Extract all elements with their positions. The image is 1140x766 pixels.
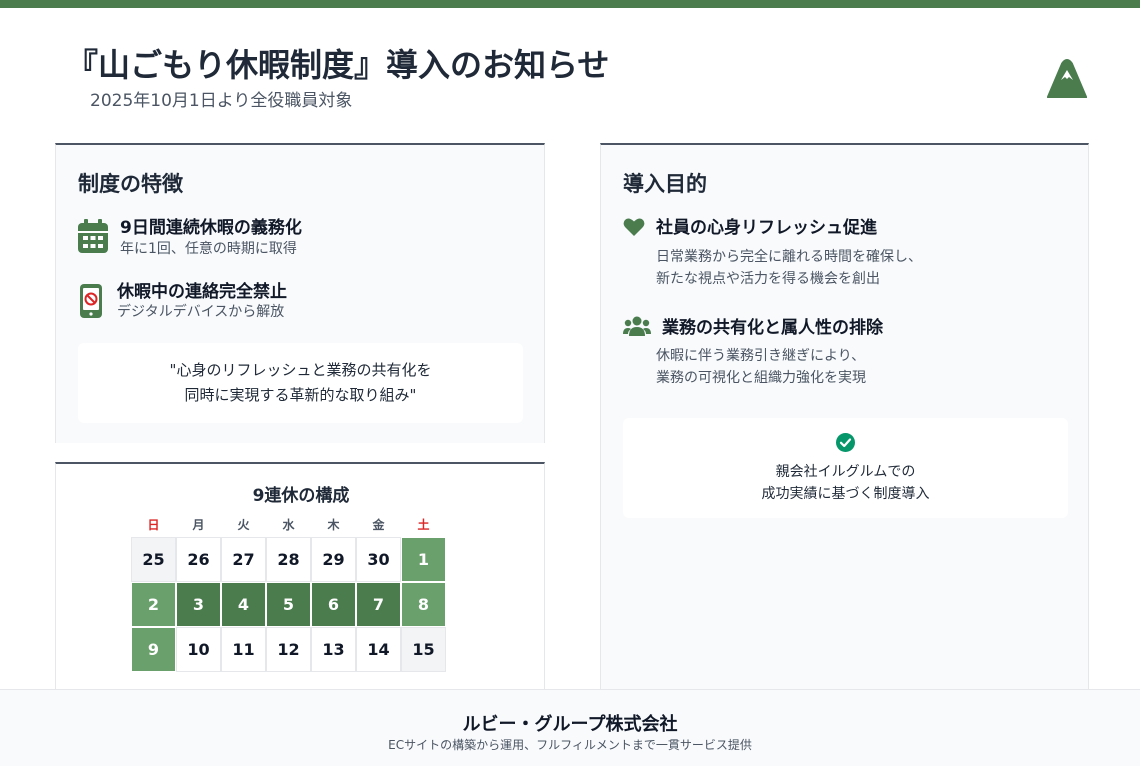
- weekday-label: 木: [327, 518, 340, 532]
- calendar-day: 12: [266, 627, 311, 672]
- calendar-day: 15: [401, 627, 446, 672]
- calendar-day: 9: [131, 627, 176, 672]
- calendar-day: 6: [311, 582, 356, 627]
- calendar-day: 26: [176, 537, 221, 582]
- feature-sub: 年に1回、任意の時期に取得: [120, 241, 297, 257]
- weekday-label: 月: [192, 518, 205, 532]
- calendar-day: 30: [356, 537, 401, 582]
- calendar-day: 2: [131, 582, 176, 627]
- heart-icon: [623, 218, 645, 236]
- calendar-day: 14: [356, 627, 401, 672]
- calendar-day: 7: [356, 582, 401, 627]
- weekday-label: 金: [372, 518, 385, 532]
- calendar-day: 4: [221, 582, 266, 627]
- users-icon: [623, 316, 651, 336]
- company-description: ECサイトの構築から運用、フルフィルメントまで一貫サービス提供: [388, 738, 752, 752]
- purpose-desc-line: 休暇に伴う業務引き継ぎにより、: [656, 348, 866, 364]
- calendar-icon: [78, 219, 108, 253]
- weekday-label: 土: [417, 518, 430, 532]
- weekday-label: 日: [147, 518, 160, 532]
- purpose-title: 業務の共有化と属人性の排除: [662, 318, 883, 338]
- quote-line: 同時に実現する革新的な取り組み": [184, 386, 417, 404]
- calendar-card: 9連休の構成 日 月 火 水 木 金 土 25 26 27 28 29 30 1…: [55, 462, 545, 702]
- success-line: 親会社イルグルムでの: [775, 464, 916, 480]
- features-card: 制度の特徴 9日間連続休暇の義務化 年に1回、任意の時期に取得 休暇中の連絡完全…: [55, 143, 545, 443]
- mountain-icon: [1047, 59, 1087, 98]
- purpose-heading: 導入目的: [623, 172, 707, 196]
- calendar-day: 28: [266, 537, 311, 582]
- weekday-label: 火: [237, 518, 250, 532]
- calendar-day: 11: [221, 627, 266, 672]
- calendar-day: 29: [311, 537, 356, 582]
- check-circle-icon: [836, 433, 855, 452]
- calendar-day: 27: [221, 537, 266, 582]
- quote-line: "心身のリフレッシュと業務の共有化を: [169, 361, 432, 379]
- calendar-day: 25: [131, 537, 176, 582]
- purpose-desc-line: 日常業務から完全に離れる時間を確保し、: [656, 249, 922, 265]
- feature-sub: デジタルデバイスから解放: [117, 304, 285, 320]
- purpose-title: 社員の心身リフレッシュ促進: [656, 218, 877, 238]
- page-title: 『山ごもり休暇制度』導入のお知らせ: [66, 46, 610, 84]
- top-accent-bar: [0, 0, 1140, 8]
- company-name: ルビー・グループ株式会社: [462, 714, 678, 735]
- feature-title: 9日間連続休暇の義務化: [120, 218, 302, 238]
- footer: ルビー・グループ株式会社 ECサイトの構築から運用、フルフィルメントまで一貫サー…: [0, 689, 1140, 766]
- success-box: 親会社イルグルムでの 成功実績に基づく制度導入: [623, 418, 1068, 518]
- success-line: 成功実績に基づく制度導入: [761, 486, 930, 502]
- calendar-heading: 9連休の構成: [252, 486, 350, 506]
- features-heading: 制度の特徴: [78, 172, 183, 196]
- calendar-day: 3: [176, 582, 221, 627]
- quote-box: "心身のリフレッシュと業務の共有化を 同時に実現する革新的な取り組み": [78, 343, 523, 423]
- calendar-day: 13: [311, 627, 356, 672]
- calendar-day: 8: [401, 582, 446, 627]
- calendar-day: 10: [176, 627, 221, 672]
- calendar-day: 5: [266, 582, 311, 627]
- calendar-day: 1: [401, 537, 446, 582]
- purpose-card: 導入目的 社員の心身リフレッシュ促進 日常業務から完全に離れる時間を確保し、 新…: [600, 143, 1089, 703]
- weekday-label: 水: [282, 518, 295, 532]
- no-phone-icon: [80, 284, 102, 318]
- page-subtitle: 2025年10月1日より全役職員対象: [90, 91, 353, 111]
- purpose-desc-line: 業務の可視化と組織力強化を実現: [656, 370, 866, 386]
- feature-title: 休暇中の連絡完全禁止: [117, 282, 287, 302]
- purpose-desc-line: 新たな視点や活力を得る機会を創出: [656, 271, 880, 287]
